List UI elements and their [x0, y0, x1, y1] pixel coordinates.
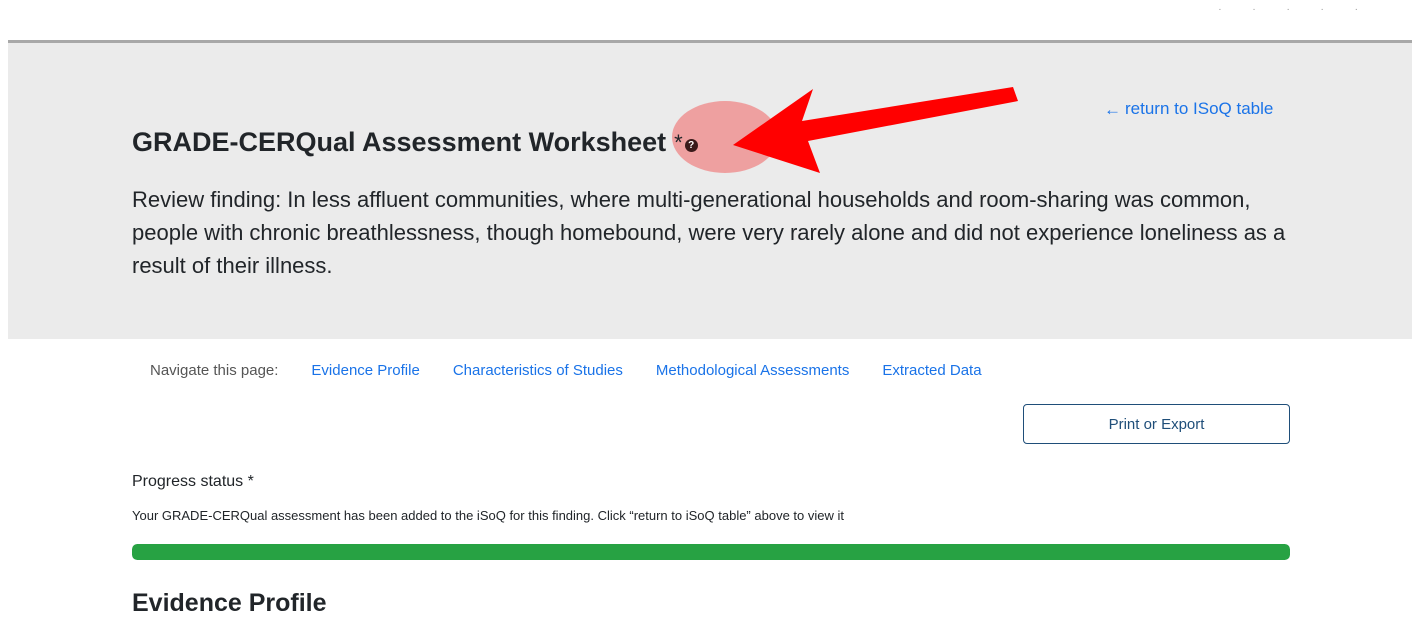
progress-bar-fill	[132, 544, 1290, 560]
top-bar-faint-marks: · · · · ·	[1218, 4, 1372, 15]
page-title: GRADE-CERQual Assessment Worksheet * ?	[132, 127, 698, 158]
progress-status-label: Progress status *	[132, 473, 254, 490]
review-finding: Review finding: In less affluent communi…	[132, 187, 1286, 278]
progress-bar	[132, 544, 1290, 560]
progress-status-message: Your GRADE-CERQual assessment has been a…	[132, 508, 844, 523]
required-asterisk: *	[674, 129, 683, 155]
print-or-export-button[interactable]: Print or Export	[1023, 404, 1290, 444]
question-circle-icon[interactable]: ?	[684, 139, 698, 152]
top-bar: · · · · ·	[0, 0, 1412, 40]
nav-link-methodological-assessments[interactable]: Methodological Assessments	[656, 362, 849, 379]
arrow-left-icon: ←	[1104, 99, 1121, 119]
return-to-isoq-link[interactable]: ← return to ISoQ table	[1104, 99, 1273, 119]
evidence-profile-heading: Evidence Profile	[132, 589, 327, 617]
page: · · · · · ← return to ISoQ table GRADE-C…	[0, 0, 1412, 621]
page-navigation: Navigate this page: Evidence Profile Cha…	[150, 362, 1015, 379]
nav-link-evidence-profile[interactable]: Evidence Profile	[311, 362, 419, 379]
red-arrow-annotation	[733, 87, 1018, 173]
nav-link-extracted-data[interactable]: Extracted Data	[882, 362, 981, 379]
nav-link-characteristics-of-studies[interactable]: Characteristics of Studies	[453, 362, 623, 379]
worksheet-header: ← return to ISoQ table GRADE-CERQual Ass…	[8, 40, 1412, 339]
page-title-text: GRADE-CERQual Assessment Worksheet	[132, 127, 667, 157]
nav-label: Navigate this page:	[150, 362, 279, 379]
return-link-label: return to ISoQ table	[1125, 99, 1274, 118]
